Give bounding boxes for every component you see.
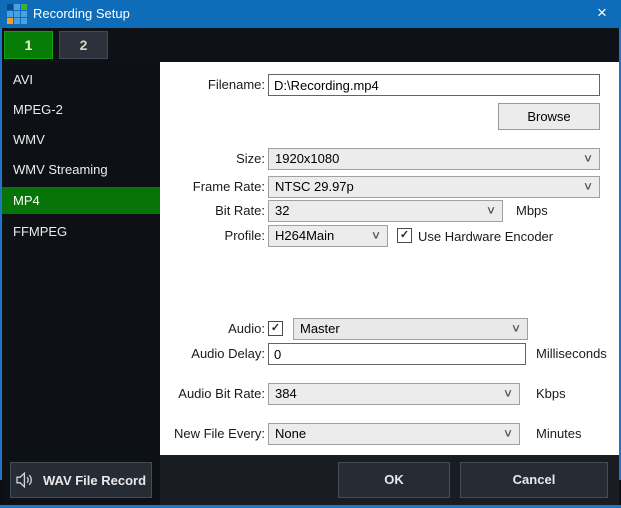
sidebar-item-avi[interactable]: AVI	[2, 65, 160, 95]
audio-label: Audio:	[160, 318, 265, 340]
bit-rate-dropdown[interactable]: 32 ∨	[268, 200, 503, 222]
profile-label: Profile:	[160, 225, 265, 247]
chevron-down-icon: ∨	[583, 153, 593, 164]
chevron-down-icon: ∨	[503, 388, 513, 399]
audio-delay-input[interactable]	[268, 343, 526, 365]
new-file-every-label: New File Every:	[160, 423, 265, 445]
sidebar-item-mp4[interactable]: MP4	[2, 187, 160, 214]
settings-panel: Filename: Browse Size: 1920x1080 ∨ Frame…	[160, 62, 619, 455]
audio-delay-unit: Milliseconds	[536, 343, 607, 365]
chevron-down-icon: ∨	[486, 205, 496, 216]
chevron-down-icon: ∨	[511, 323, 521, 334]
tab-recorder-2[interactable]: 2	[59, 31, 108, 59]
hardware-encoder-checkbox[interactable]: ✓	[397, 228, 412, 243]
hardware-encoder-label: Use Hardware Encoder	[418, 226, 553, 248]
sidebar-item-mpeg2[interactable]: MPEG-2	[2, 95, 160, 125]
filename-input[interactable]	[268, 74, 600, 96]
tab-recorder-1[interactable]: 1	[4, 31, 53, 59]
chevron-down-icon: ∨	[503, 428, 513, 439]
new-file-every-unit: Minutes	[536, 423, 582, 445]
audio-source-value: Master	[300, 321, 340, 336]
new-file-every-dropdown[interactable]: None ∨	[268, 423, 520, 445]
cancel-button[interactable]: Cancel	[460, 462, 608, 498]
speaker-icon	[16, 472, 34, 488]
wav-file-record-button[interactable]: WAV File Record	[10, 462, 152, 498]
profile-value: H264Main	[275, 228, 334, 243]
audio-bit-rate-label: Audio Bit Rate:	[160, 383, 265, 405]
browse-button[interactable]: Browse	[498, 103, 600, 130]
frame-rate-label: Frame Rate:	[160, 176, 265, 198]
size-value: 1920x1080	[275, 151, 339, 166]
frame-rate-value: NTSC 29.97p	[275, 179, 354, 194]
chevron-down-icon: ∨	[583, 181, 593, 192]
window-title: Recording Setup	[33, 0, 130, 28]
app-logo-icon	[7, 4, 27, 24]
filename-label: Filename:	[160, 74, 265, 96]
size-label: Size:	[160, 148, 265, 170]
size-dropdown[interactable]: 1920x1080 ∨	[268, 148, 600, 170]
close-icon[interactable]: ×	[585, 0, 619, 28]
tab-strip: 1 2	[2, 28, 619, 62]
frame-rate-dropdown[interactable]: NTSC 29.97p ∨	[268, 176, 600, 198]
recording-setup-dialog: Recording Setup × 1 2 AVI MPEG-2 WMV WMV…	[0, 0, 621, 508]
sidebar-item-wmv[interactable]: WMV	[2, 125, 160, 155]
bit-rate-value: 32	[275, 203, 289, 218]
audio-checkbox[interactable]: ✓	[268, 321, 283, 336]
audio-bit-rate-dropdown[interactable]: 384 ∨	[268, 383, 520, 405]
format-sidebar: AVI MPEG-2 WMV WMV Streaming MP4 FFMPEG	[2, 62, 160, 505]
chevron-down-icon: ∨	[371, 230, 381, 241]
audio-source-dropdown[interactable]: Master ∨	[293, 318, 528, 340]
titlebar: Recording Setup ×	[0, 0, 621, 28]
audio-bit-rate-value: 384	[275, 386, 297, 401]
audio-bit-rate-unit: Kbps	[536, 383, 566, 405]
bit-rate-unit: Mbps	[516, 200, 548, 222]
wav-file-record-label: WAV File Record	[43, 473, 146, 488]
sidebar-item-wmv-streaming[interactable]: WMV Streaming	[2, 155, 160, 185]
ok-button[interactable]: OK	[338, 462, 450, 498]
new-file-every-value: None	[275, 426, 306, 441]
sidebar-item-ffmpeg[interactable]: FFMPEG	[2, 217, 160, 247]
audio-delay-label: Audio Delay:	[160, 343, 265, 365]
profile-dropdown[interactable]: H264Main ∨	[268, 225, 388, 247]
bit-rate-label: Bit Rate:	[160, 200, 265, 222]
